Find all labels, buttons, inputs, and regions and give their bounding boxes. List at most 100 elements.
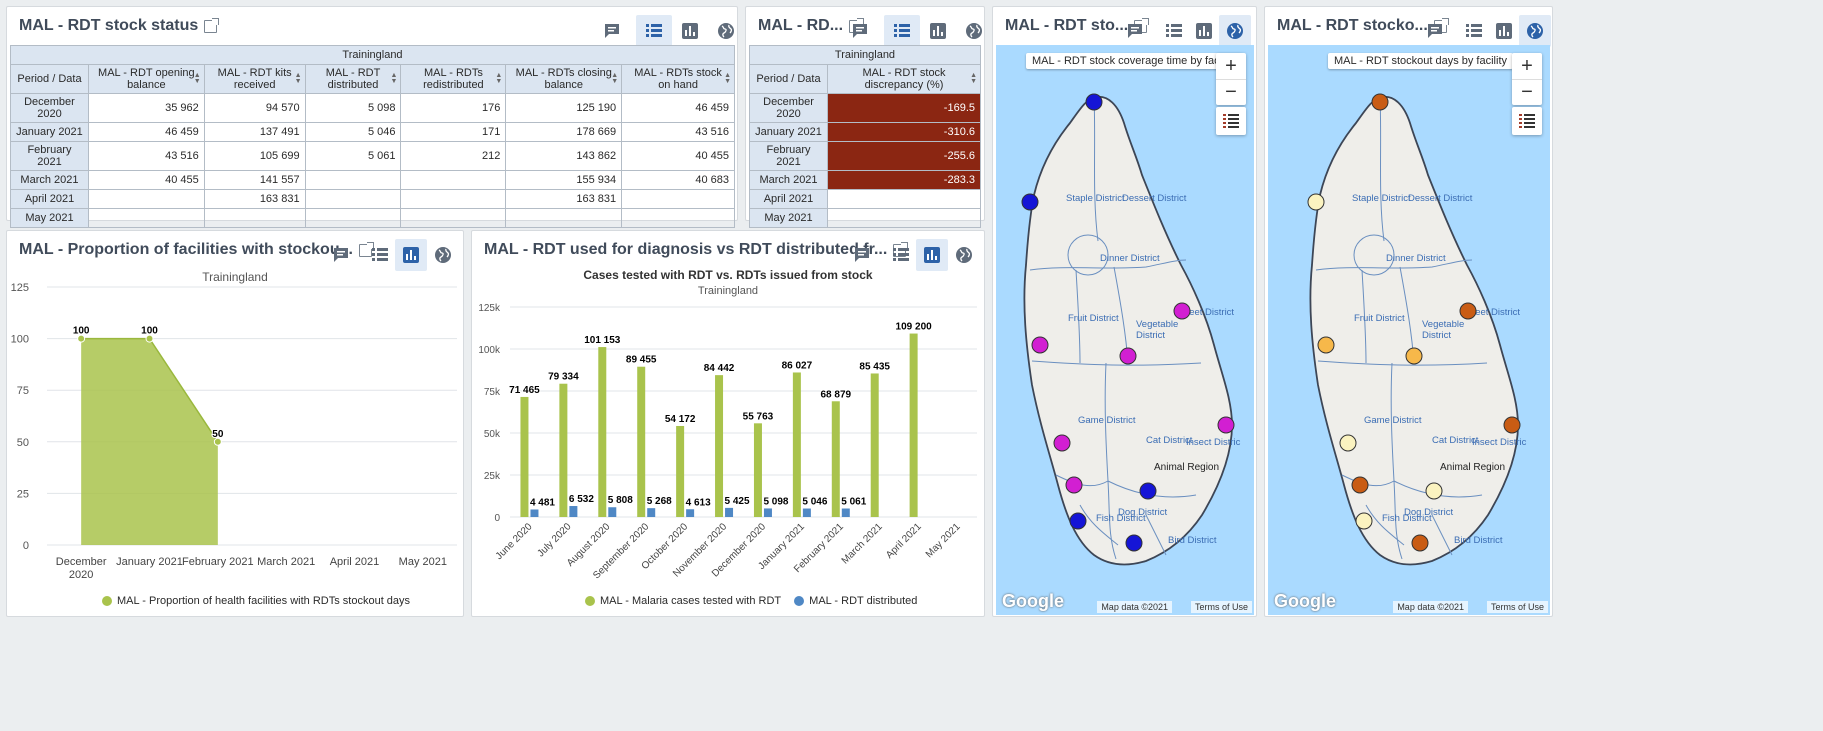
comment-icon	[853, 24, 867, 38]
comment-icon	[855, 248, 869, 262]
panel-title: MAL - Proportion of facilities with stoc…	[19, 241, 374, 259]
terms-of-use-link[interactable]: Terms of Use	[1486, 601, 1548, 613]
panel-title-text: MAL - RDT used for diagnosis vs RDT dist…	[484, 241, 888, 258]
y-tick-label: 100	[11, 334, 29, 346]
table-view-button[interactable]	[636, 15, 672, 47]
value-cell: -169.5	[827, 93, 981, 123]
data-label: 100	[73, 326, 90, 337]
zoom-control: + −	[1216, 53, 1246, 105]
x-tick-label: December	[56, 556, 107, 568]
zoom-out-button[interactable]: −	[1512, 79, 1542, 105]
map-canvas[interactable]: Staple District Dessert District Dinner Di…	[996, 45, 1254, 615]
x-tick-label: May 2021	[399, 556, 447, 568]
map-view-button[interactable]	[1519, 15, 1551, 47]
zoom-out-button[interactable]: −	[1216, 79, 1246, 105]
bar-tested	[831, 401, 840, 517]
sort-icon: ▲ ▼	[970, 72, 977, 85]
table-view-button[interactable]	[1459, 15, 1489, 47]
corner-header: Period / Data	[749, 64, 828, 94]
period-cell: March 2021	[749, 170, 828, 190]
y-tick-label: 50k	[484, 429, 501, 440]
bar-tested	[559, 383, 568, 517]
facility-marker	[1339, 434, 1357, 452]
map-data-credit: Map data ©2021	[1097, 601, 1172, 613]
map-view-button[interactable]	[1219, 15, 1251, 47]
bar-chart-icon	[930, 23, 946, 39]
map-canvas[interactable]: Staple District Dessert District Dinner Di…	[1268, 45, 1550, 615]
data-label: 68 879	[820, 389, 851, 400]
value-cell	[400, 189, 507, 209]
facility-marker	[1217, 416, 1235, 434]
value-cell: 43 516	[621, 122, 735, 142]
chart-view-button[interactable]	[920, 15, 956, 47]
table-view-button[interactable]	[1159, 15, 1189, 47]
google-logo: Google	[1002, 591, 1064, 611]
map-layer-label: MAL - RDT stockout days by facility	[1328, 53, 1513, 69]
data-label: 50	[212, 429, 224, 440]
district-label: Fish District	[1382, 513, 1432, 524]
district-label: Vegetable	[1422, 319, 1464, 330]
facility-marker	[1411, 534, 1429, 552]
legend-list-icon	[1519, 114, 1535, 128]
table-row: April 2021	[749, 189, 981, 209]
district-label: Staple District	[1352, 193, 1411, 204]
value-cell	[827, 189, 981, 209]
column-header[interactable]: MAL - RDTs stock on hand ▲ ▼	[621, 64, 735, 94]
zoom-in-button[interactable]: +	[1216, 53, 1246, 79]
stock-status-table: Trainingland Period / Data MAL - RDT ope…	[10, 45, 735, 228]
value-cell: 35 962	[87, 93, 205, 123]
chart-view-button[interactable]	[1489, 15, 1519, 47]
value-cell: 176	[400, 93, 507, 123]
column-header[interactable]: MAL - RDT stock discrepancy (%) ▲ ▼	[827, 64, 981, 94]
column-header[interactable]: MAL - RDT opening balance ▲ ▼	[87, 64, 205, 94]
open-external-icon[interactable]	[204, 17, 220, 33]
value-cell	[87, 208, 205, 228]
value-cell: -283.3	[827, 170, 981, 190]
region-label: Animal Region	[1440, 462, 1505, 473]
chart-legend[interactable]: MAL - Malaria cases tested with RDT MAL …	[585, 595, 917, 607]
data-label: 4 481	[530, 497, 555, 508]
column-header[interactable]: MAL - RDT distributed ▲ ▼	[304, 64, 402, 94]
y-tick-label: 125	[11, 282, 29, 294]
value-cell: 141 557	[203, 170, 306, 190]
district-label: Dinner District	[1100, 253, 1160, 264]
x-tick-label: May 2021	[924, 521, 963, 560]
legend-swatch	[794, 596, 805, 606]
x-tick-label: April 2021	[884, 521, 924, 561]
legend-toggle-button[interactable]	[1216, 107, 1246, 135]
chart-view-button[interactable]	[1189, 15, 1219, 47]
legend-toggle-button[interactable]	[1512, 107, 1542, 135]
value-cell: 40 683	[621, 170, 735, 190]
table-view-button[interactable]	[884, 15, 920, 47]
interpretation-button[interactable]	[1117, 15, 1153, 47]
column-header[interactable]: MAL - RDT kits received ▲ ▼	[203, 64, 306, 94]
period-cell: February 2021	[749, 141, 828, 171]
map-view-button[interactable]	[956, 15, 992, 47]
chart-legend[interactable]: MAL - Proportion of health facilities wi…	[102, 595, 410, 607]
district-label: District	[1422, 330, 1451, 341]
chart-subtitle: Trainingland	[698, 285, 758, 297]
interpretation-button[interactable]	[594, 15, 630, 47]
table-row: May 2021	[749, 208, 981, 228]
table-row: May 2021	[10, 208, 735, 228]
bar-tested	[792, 372, 801, 517]
column-header[interactable]: MAL - RDTs redistributed ▲ ▼	[400, 64, 507, 94]
panel-toolbar	[842, 15, 992, 47]
value-cell	[304, 189, 402, 209]
bar-distributed	[841, 508, 850, 517]
bar-distributed	[530, 509, 539, 517]
value-cell: 40 455	[621, 141, 735, 171]
map-view-button[interactable]	[708, 15, 744, 47]
interpretation-button[interactable]	[842, 15, 878, 47]
area-fill	[81, 338, 218, 545]
column-header-label: MAL - RDTs redistributed	[423, 67, 484, 91]
legend-list-icon	[1223, 114, 1239, 128]
table-row: March 2021 -283.3	[749, 170, 981, 190]
org-header: Trainingland	[749, 45, 981, 65]
chart-view-button[interactable]	[672, 15, 708, 47]
zoom-in-button[interactable]: +	[1512, 53, 1542, 79]
interpretation-button[interactable]	[1417, 15, 1453, 47]
column-header[interactable]: MAL - RDTs closing balance ▲ ▼	[505, 64, 623, 94]
terms-of-use-link[interactable]: Terms of Use	[1190, 601, 1252, 613]
x-tick-label: February 2021	[182, 556, 254, 568]
